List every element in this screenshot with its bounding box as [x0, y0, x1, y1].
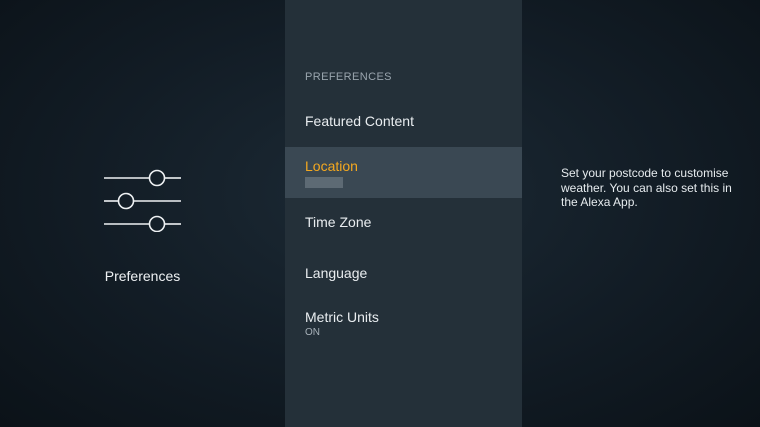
menu-item-metric-units[interactable]: Metric Units ON [285, 309, 522, 349]
menu-item-language[interactable]: Language [285, 265, 522, 301]
category-panel: Preferences [0, 0, 285, 427]
menu-item-value: ON [305, 327, 320, 338]
preferences-menu: PREFERENCES Featured Content Location Ti… [285, 0, 522, 427]
section-header: PREFERENCES [305, 71, 392, 83]
menu-item-label: Language [305, 265, 368, 281]
fire-tv-settings-screen: Preferences PREFERENCES Featured Content… [0, 0, 760, 427]
menu-item-time-zone[interactable]: Time Zone [285, 214, 522, 250]
menu-item-label: Featured Content [305, 113, 414, 129]
redacted-location-value [305, 177, 343, 188]
menu-item-location[interactable]: Location [285, 147, 522, 198]
menu-item-label: Location [305, 158, 358, 174]
menu-item-label: Metric Units [305, 309, 379, 325]
menu-item-featured-content[interactable]: Featured Content [285, 113, 522, 149]
sliders-icon [104, 169, 181, 232]
menu-item-label: Time Zone [305, 214, 372, 230]
setting-description: Set your postcode to customise weather. … [561, 166, 732, 209]
category-title: Preferences [104, 268, 181, 284]
